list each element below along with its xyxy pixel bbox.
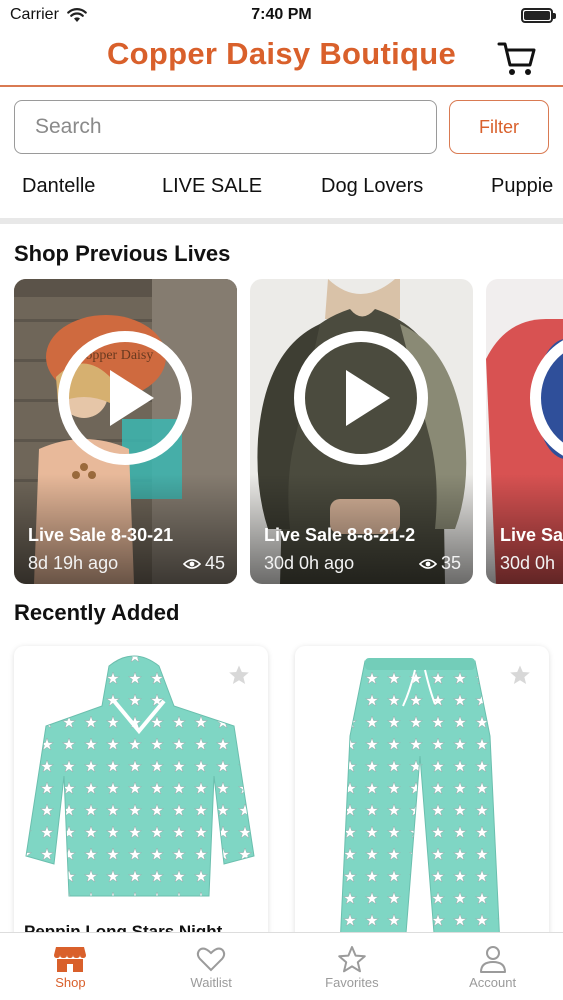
- cart-button[interactable]: [497, 38, 537, 78]
- search-placeholder: Search: [35, 115, 102, 138]
- product-image-hoodie: [25, 655, 255, 897]
- live-card-ago: 8d 19h ago: [28, 553, 119, 573]
- person-icon: [479, 946, 506, 973]
- brand-title: Copper Daisy Boutique: [106, 36, 457, 71]
- live-card-views: 35: [418, 553, 461, 574]
- favorite-star-icon[interactable]: [228, 664, 250, 686]
- wifi-icon: [67, 7, 87, 22]
- tab-favorites[interactable]: Favorites: [282, 933, 423, 1000]
- tab-label: Shop: [55, 975, 86, 990]
- tab-account[interactable]: Account: [422, 933, 563, 1000]
- eye-icon: [182, 558, 201, 569]
- live-card-title: Live Sale 8-30-21: [28, 525, 174, 545]
- search-input[interactable]: Search: [14, 100, 437, 154]
- tab-label: Waitlist: [190, 975, 232, 990]
- category-dantelle[interactable]: Dantelle: [22, 175, 95, 198]
- live-card-title: Live Sale 8-8-21-2: [264, 525, 416, 545]
- app-header: Copper Daisy Boutique: [0, 30, 563, 87]
- tab-bar: Shop Waitlist Favorites Account: [0, 932, 563, 1000]
- product-card[interactable]: [295, 646, 549, 946]
- carrier-label: Carrier: [10, 6, 59, 23]
- eye-icon: [418, 558, 437, 569]
- tab-shop[interactable]: Shop: [0, 933, 141, 1000]
- section-divider: [0, 218, 563, 224]
- view-count: 45: [204, 553, 225, 573]
- live-card[interactable]: Live Sale 8-8-21-2 30d 0h ago 35: [250, 279, 473, 584]
- category-strip[interactable]: Dantelle LIVE SALE Dog Lovers Puppie: [0, 170, 563, 208]
- category-live-sale[interactable]: LIVE SALE: [162, 175, 262, 198]
- live-card-ago: 30d 0h: [500, 553, 556, 573]
- recently-added-title: Recently Added: [14, 600, 180, 625]
- tab-label: Account: [469, 975, 517, 990]
- status-bar: Carrier 7:40 PM: [0, 0, 563, 30]
- play-icon[interactable]: [294, 331, 428, 465]
- previous-lives-title: Shop Previous Lives: [14, 241, 231, 266]
- tab-label: Favorites: [325, 975, 379, 990]
- heart-icon: [197, 947, 226, 972]
- battery-icon: [521, 7, 556, 23]
- live-card-title: Live Sa: [500, 525, 563, 545]
- live-card[interactable]: Copper Daisy Live Sale 8-30-21 8d 19h ag…: [14, 279, 237, 584]
- category-dog-lovers[interactable]: Dog Lovers: [321, 175, 423, 198]
- filter-button[interactable]: Filter: [449, 100, 549, 154]
- product-card[interactable]: Peppin Long Stars Night: [14, 646, 268, 946]
- live-card[interactable]: Live Sa 30d 0h: [486, 279, 563, 584]
- view-count: 35: [440, 553, 461, 573]
- storefront-icon: [54, 947, 87, 972]
- cart-icon: [497, 42, 536, 75]
- search-row: Search Filter: [14, 100, 549, 156]
- live-card-views: 45: [182, 553, 225, 574]
- live-card-ago: 30d 0h ago: [264, 553, 355, 573]
- status-left: Carrier: [10, 6, 87, 24]
- category-puppies[interactable]: Puppie: [491, 175, 553, 198]
- star-icon: [338, 946, 366, 973]
- tab-waitlist[interactable]: Waitlist: [141, 933, 282, 1000]
- play-icon[interactable]: [58, 331, 192, 465]
- favorite-star-icon[interactable]: [509, 664, 531, 686]
- app-screen: Carrier 7:40 PM Copper Daisy Boutique Se…: [0, 0, 563, 1000]
- product-image-pants: [339, 658, 501, 946]
